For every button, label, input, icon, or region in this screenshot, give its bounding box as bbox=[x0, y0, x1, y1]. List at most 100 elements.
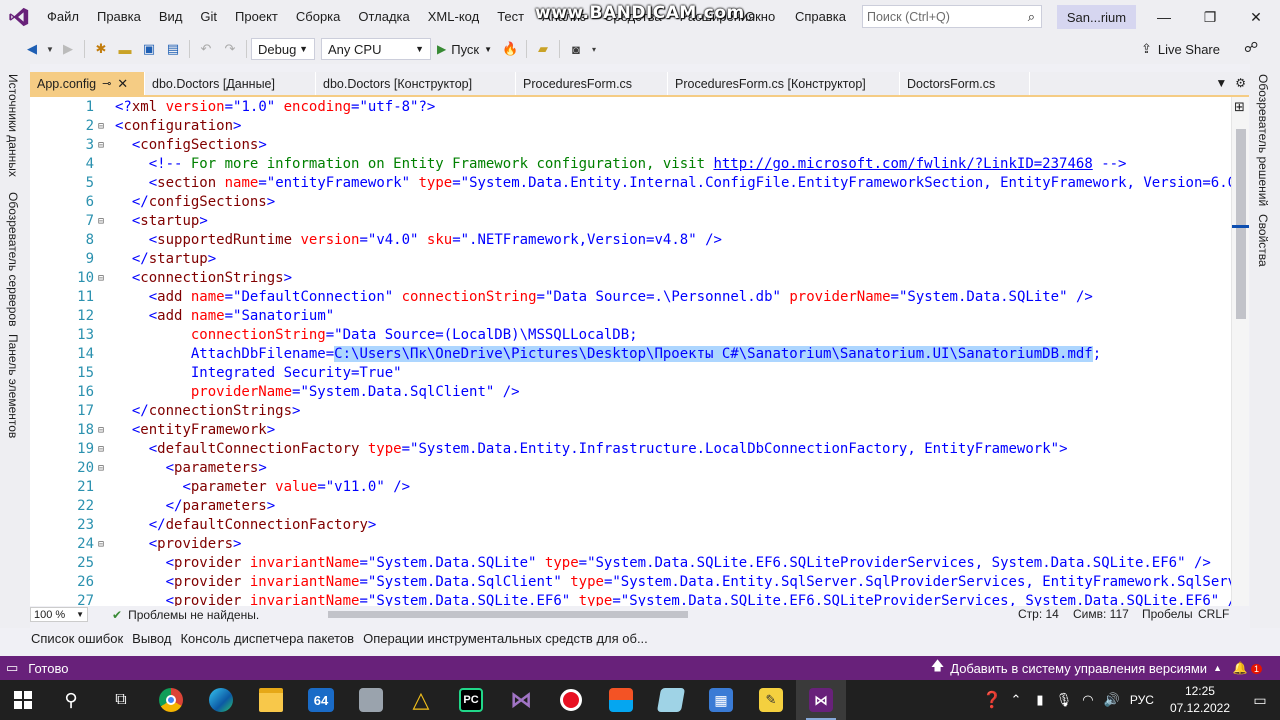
taskbar-app-triangle[interactable]: △ bbox=[396, 680, 446, 720]
source-control-button[interactable]: 🡅 Добавить в систему управления версиями… bbox=[931, 657, 1222, 679]
side-tab-solution-explorer[interactable]: Обозреватель решений bbox=[1256, 74, 1270, 206]
customize-icon[interactable]: ▾ bbox=[589, 38, 599, 60]
dropdown-arrow-icon[interactable]: ▼ bbox=[45, 38, 55, 60]
code-line[interactable]: 26 <provider invariantName="System.Data.… bbox=[30, 573, 1249, 592]
minimize-button[interactable]: — bbox=[1141, 0, 1187, 34]
forward-icon[interactable]: ▶ bbox=[57, 38, 79, 60]
code-line[interactable]: 3 ⊟ <configSections> bbox=[30, 136, 1249, 155]
clock[interactable]: 12:25 07.12.2022 bbox=[1170, 683, 1230, 717]
code-line[interactable]: 25 <provider invariantName="System.Data.… bbox=[30, 554, 1249, 573]
chevron-up-icon[interactable]: ⌃ bbox=[1004, 692, 1028, 708]
side-tab-data-sources[interactable]: Источники данных bbox=[6, 74, 20, 177]
language-indicator[interactable]: РУС bbox=[1130, 693, 1154, 707]
code-line[interactable]: 5 <section name="entityFramework" type="… bbox=[30, 174, 1249, 193]
pin-icon[interactable]: ⊸ bbox=[102, 77, 111, 90]
live-share-button[interactable]: ⇪ Live Share bbox=[1141, 34, 1220, 64]
fold-toggle-icon[interactable]: ⊟ bbox=[98, 440, 104, 459]
tab-doctors-data[interactable]: dbo.Doctors [Данные] bbox=[145, 72, 316, 95]
code-line[interactable]: 4 <!-- For more information on Entity Fr… bbox=[30, 155, 1249, 174]
gear-icon[interactable]: ⚙ bbox=[1235, 72, 1246, 95]
code-line[interactable]: 9 </startup> bbox=[30, 250, 1249, 269]
volume-icon[interactable]: 🔊 bbox=[1100, 692, 1124, 708]
menu-test[interactable]: Тест bbox=[488, 0, 533, 34]
code-line[interactable]: 12 <add name="Sanatorium" bbox=[30, 307, 1249, 326]
menu-git[interactable]: Git bbox=[191, 0, 226, 34]
menu-edit[interactable]: Правка bbox=[88, 0, 150, 34]
taskbar-app-64[interactable]: 64 bbox=[296, 680, 346, 720]
code-line[interactable]: 2 ⊟ <configuration> bbox=[30, 117, 1249, 136]
tab-package-manager-console[interactable]: Консоль диспетчера пакетов bbox=[179, 629, 362, 649]
horizontal-scrollbar[interactable] bbox=[308, 609, 1008, 620]
side-tab-properties[interactable]: Свойства bbox=[1256, 214, 1270, 267]
scrollbar-thumb[interactable] bbox=[328, 611, 688, 618]
tab-doctors-form[interactable]: DoctorsForm.cs bbox=[900, 72, 1030, 95]
side-tab-toolbox[interactable]: Панель элементов bbox=[6, 334, 20, 438]
code-line[interactable]: 18 ⊟ <entityFramework> bbox=[30, 421, 1249, 440]
save-icon[interactable]: ▣ bbox=[138, 38, 160, 60]
menu-xml[interactable]: XML-код bbox=[419, 0, 488, 34]
microphone-icon[interactable]: 🎙 bbox=[1052, 692, 1076, 708]
folder-icon[interactable]: ▰ bbox=[532, 38, 554, 60]
task-view-button[interactable]: ⧉ bbox=[96, 680, 146, 720]
split-editor-icon[interactable]: ⊞ bbox=[1234, 99, 1245, 115]
code-line[interactable]: 16 providerName="System.Data.SqlClient" … bbox=[30, 383, 1249, 402]
save-all-icon[interactable]: ▤ bbox=[162, 38, 184, 60]
back-icon[interactable]: ◀ bbox=[21, 38, 43, 60]
fold-toggle-icon[interactable]: ⊟ bbox=[98, 136, 104, 155]
taskbar-store[interactable] bbox=[596, 680, 646, 720]
menu-debug[interactable]: Отладка bbox=[349, 0, 418, 34]
line-indicator[interactable]: Стр: 14 bbox=[1018, 606, 1059, 623]
close-button[interactable]: ✕ bbox=[1233, 0, 1279, 34]
code-editor[interactable]: 1 <?xml version="1.0" encoding="utf-8"?> 2… bbox=[30, 95, 1249, 606]
fold-toggle-icon[interactable]: ⊟ bbox=[98, 269, 104, 288]
code-line[interactable]: 19 ⊟ <defaultConnectionFactory type="Syst… bbox=[30, 440, 1249, 459]
code-line[interactable]: 21 <parameter value="v11.0" /> bbox=[30, 478, 1249, 497]
tab-procedures-form[interactable]: ProceduresForm.cs bbox=[516, 72, 668, 95]
taskbar-app-gray[interactable] bbox=[346, 680, 396, 720]
tab-output[interactable]: Вывод bbox=[131, 629, 179, 649]
taskbar-calculator[interactable]: ▦ bbox=[696, 680, 746, 720]
zoom-select[interactable]: 100 % ▼ bbox=[30, 607, 88, 622]
problems-indicator[interactable]: ✔ Проблемы не найдены. bbox=[112, 608, 259, 622]
menu-help[interactable]: Справка bbox=[786, 0, 855, 34]
tab-list-dropdown-icon[interactable]: ▼ bbox=[1215, 72, 1227, 95]
solution-name-badge[interactable]: San...rium bbox=[1057, 5, 1136, 29]
fold-toggle-icon[interactable]: ⊟ bbox=[98, 117, 104, 136]
open-folder-icon[interactable]: ▬ bbox=[114, 38, 136, 60]
taskbar-edge[interactable] bbox=[196, 680, 246, 720]
feedback-icon[interactable]: ☍ bbox=[1244, 39, 1258, 56]
redo-icon[interactable]: ↷ bbox=[219, 38, 241, 60]
tab-error-list[interactable]: Список ошибок bbox=[30, 629, 131, 649]
hot-reload-icon[interactable]: 🔥 bbox=[499, 38, 521, 60]
code-line[interactable]: 14 AttachDbFilename=C:\Users\Пк\OneDrive… bbox=[30, 345, 1249, 364]
code-line[interactable]: 23 </defaultConnectionFactory> bbox=[30, 516, 1249, 535]
fold-toggle-icon[interactable]: ⊟ bbox=[98, 535, 104, 554]
fold-toggle-icon[interactable]: ⊟ bbox=[98, 212, 104, 231]
screenshot-icon[interactable]: ◙ bbox=[565, 38, 587, 60]
start-button[interactable] bbox=[0, 680, 46, 720]
close-icon[interactable]: ✕ bbox=[117, 76, 128, 92]
new-project-icon[interactable]: ✱ bbox=[90, 38, 112, 60]
code-line[interactable]: 17 </connectionStrings> bbox=[30, 402, 1249, 421]
search-input[interactable]: Поиск (Ctrl+Q) ⌕ bbox=[862, 5, 1042, 28]
taskbar-chrome[interactable] bbox=[146, 680, 196, 720]
wifi-icon[interactable]: ◠ bbox=[1076, 692, 1100, 708]
configuration-select[interactable]: Debug ▼ bbox=[251, 38, 315, 60]
fold-toggle-icon[interactable]: ⊟ bbox=[98, 459, 104, 478]
code-line[interactable]: 1 <?xml version="1.0" encoding="utf-8"?> bbox=[30, 98, 1249, 117]
vertical-scrollbar[interactable]: ⊞ bbox=[1231, 97, 1249, 606]
tab-tool-operations[interactable]: Операции инструментальных средств для об… bbox=[362, 629, 656, 649]
code-token[interactable]: http://go.microsoft.com/fwlink/?LinkID=2… bbox=[713, 156, 1092, 172]
side-tab-server-explorer[interactable]: Обозреватель серверов bbox=[6, 192, 20, 326]
code-line[interactable]: 11 <add name="DefaultConnection" connect… bbox=[30, 288, 1249, 307]
whitespace-indicator[interactable]: Пробелы bbox=[1142, 606, 1193, 623]
scrollbar-thumb[interactable] bbox=[1236, 129, 1246, 319]
run-button[interactable]: ▶ Пуск ▼ bbox=[431, 42, 498, 57]
taskbar-bandicam[interactable] bbox=[546, 680, 596, 720]
taskbar-search-button[interactable]: ⚲ bbox=[46, 680, 96, 720]
taskbar-notepad[interactable] bbox=[646, 680, 696, 720]
tab-procedures-form-designer[interactable]: ProceduresForm.cs [Конструктор] bbox=[668, 72, 900, 95]
code-line[interactable]: 22 </parameters> bbox=[30, 497, 1249, 516]
code-line[interactable]: 27 <provider invariantName="System.Data.… bbox=[30, 592, 1249, 606]
platform-select[interactable]: Any CPU ▼ bbox=[321, 38, 431, 60]
